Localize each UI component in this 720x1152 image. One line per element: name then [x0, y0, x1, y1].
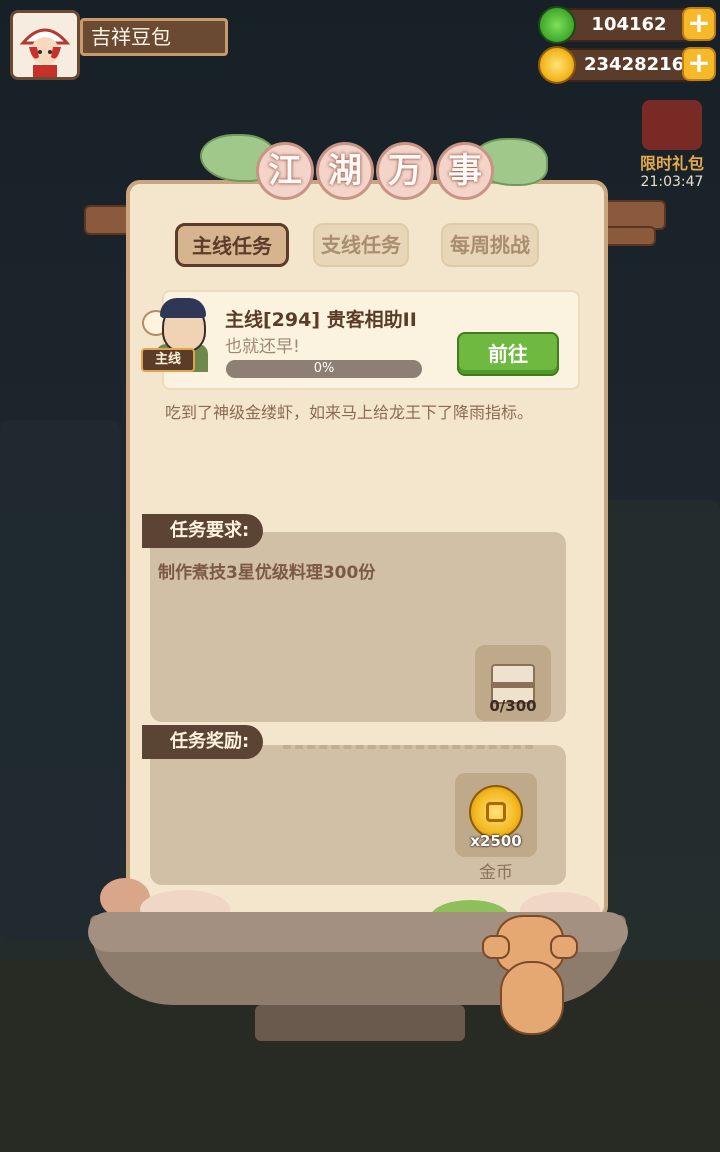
title-char: 江 [256, 142, 314, 200]
task-progress-bar: 0% [226, 360, 422, 378]
gift-timer: 21:03:47 [640, 174, 704, 190]
title-char: 湖 [316, 142, 374, 200]
add-gold-button[interactable]: + [682, 47, 716, 81]
gold-coin-icon [469, 785, 523, 839]
main-quest-badge: 主线 [141, 348, 195, 372]
task-description: 吃到了神级金缕虾，如来马上给龙王下了降雨指标。 [165, 403, 534, 422]
panel-title: 江 湖 万 事 [200, 128, 548, 212]
requirement-text: 制作煮技3星优级料理300份 [158, 563, 376, 583]
player-name: 吉祥豆包 [80, 18, 228, 56]
bowl-foot [255, 1005, 465, 1041]
gold-coin-icon [538, 46, 576, 84]
chef-avatar-icon[interactable] [10, 10, 80, 80]
go-button[interactable]: 前往 [457, 332, 559, 376]
gold-amount: 23428216 [584, 54, 685, 75]
title-char: 万 [376, 142, 434, 200]
tab-main-quests[interactable]: 主线任务 [175, 223, 289, 267]
reward-amount: x2500 [470, 832, 522, 850]
tab-side-quests[interactable]: 支线任务 [313, 223, 409, 267]
scroll-rod-left [84, 205, 132, 235]
reward-name: 金币 [479, 863, 513, 883]
gift-box-icon [642, 100, 702, 150]
jade-currency-bar: 104162 + [538, 6, 716, 44]
reward-label: 任务奖励: [142, 725, 264, 759]
requirement-label: 任务要求: [142, 514, 264, 548]
gift-label: 限时礼包 [639, 154, 704, 173]
gold-currency-bar: 23428216 + [538, 46, 716, 84]
jade-icon [538, 6, 576, 44]
reward-divider [283, 745, 533, 749]
limited-gift-pack[interactable]: 限时礼包 21:03:47 [632, 100, 712, 196]
progress-text: 0% [313, 361, 335, 376]
portrait-hair [160, 298, 206, 318]
task-subtitle: 也就还早! [225, 337, 300, 357]
task-title: 主线[294] 贵客相助II [225, 309, 417, 331]
player-profile[interactable]: 吉祥豆包 [10, 10, 230, 82]
tab-weekly-challenge[interactable]: 每周挑战 [441, 223, 539, 267]
title-char: 事 [436, 142, 494, 200]
add-jade-button[interactable]: + [682, 7, 716, 41]
cat-mascot-icon [478, 905, 586, 1045]
requirement-item-count: 0/300 [489, 697, 537, 715]
jade-amount: 104162 [591, 14, 667, 35]
